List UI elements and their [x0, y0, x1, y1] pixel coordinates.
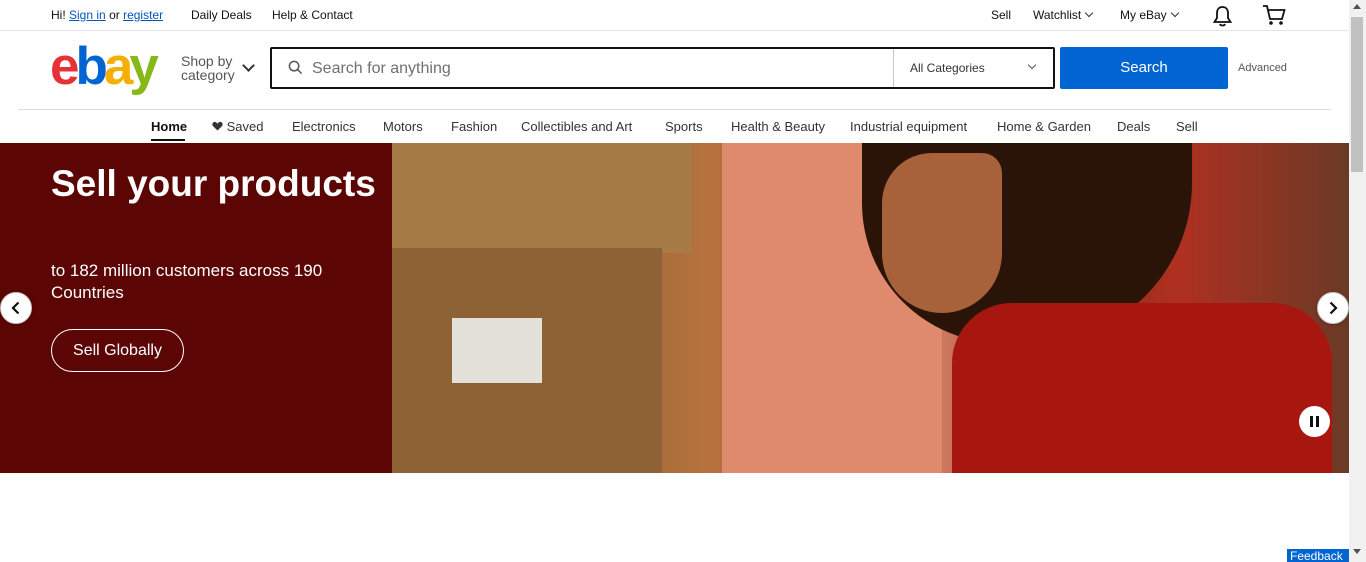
search-input[interactable] — [312, 58, 872, 80]
nav-item-home-garden[interactable]: Home & Garden — [997, 119, 1091, 134]
nav-item-fashion[interactable]: Fashion — [451, 119, 497, 134]
nav-item-home[interactable]: Home — [151, 119, 187, 134]
nav-item-industrial-equipment[interactable]: Industrial equipment — [850, 119, 967, 134]
box-top-shape — [392, 143, 692, 253]
ebay-logo[interactable]: ebay — [50, 37, 159, 96]
category-selected-value: All Categories — [910, 61, 985, 75]
cart-icon[interactable] — [1262, 4, 1286, 29]
category-select[interactable]: All Categories — [893, 49, 1053, 87]
active-tab-indicator — [151, 139, 185, 141]
chevron-right-icon — [1329, 301, 1338, 315]
ebay-homepage: Hi! Sign in or register Daily Deals Help… — [0, 0, 1366, 562]
scroll-thumb[interactable] — [1351, 17, 1363, 172]
chevron-down-icon — [1027, 60, 1037, 70]
nav-item-sell[interactable]: Sell — [1176, 119, 1198, 134]
logo-letter-y: y — [129, 37, 159, 96]
hero-text-panel: Sell your products to 182 million custom… — [0, 143, 392, 473]
logo-letter-e: e — [50, 37, 80, 96]
watchlist-menu[interactable]: Watchlist — [1033, 8, 1094, 22]
search-bar: All Categories — [270, 47, 1055, 89]
carousel-prev-button[interactable] — [0, 292, 32, 324]
shop-by-category-button[interactable]: Shop by category — [181, 54, 235, 82]
hero-title: Sell your products — [51, 163, 376, 204]
feedback-button[interactable]: Feedback — [1287, 549, 1349, 562]
greeting: Hi! Sign in or register — [51, 8, 163, 22]
my-ebay-label: My eBay — [1120, 8, 1167, 22]
scroll-up-arrow-icon[interactable] — [1353, 4, 1361, 9]
heart-icon — [212, 121, 223, 131]
pause-icon — [1310, 416, 1313, 427]
hero-subtitle: to 182 million customers across 190 Coun… — [51, 261, 323, 302]
person-face-shape — [882, 153, 1002, 313]
top-utility-bar: Hi! Sign in or register Daily Deals Help… — [0, 0, 1349, 31]
shop-by-line1: Shop by — [181, 53, 233, 69]
page-scrollbar[interactable] — [1349, 0, 1366, 562]
nav-item-deals[interactable]: Deals — [1117, 119, 1150, 134]
carousel-next-button[interactable] — [1317, 292, 1349, 324]
carousel-pause-button[interactable] — [1299, 406, 1330, 437]
greeting-text: Hi! — [51, 8, 66, 22]
header-divider — [18, 109, 1331, 110]
watchlist-label: Watchlist — [1033, 8, 1082, 22]
chevron-down-icon[interactable] — [242, 59, 255, 72]
notification-bell-icon[interactable] — [1212, 5, 1233, 30]
sign-in-link[interactable]: Sign in — [69, 8, 106, 22]
person-shirt-shape — [952, 303, 1332, 473]
register-link[interactable]: register — [123, 8, 163, 22]
hero-image[interactable] — [392, 143, 1349, 473]
my-ebay-menu[interactable]: My eBay — [1120, 8, 1179, 22]
daily-deals-link[interactable]: Daily Deals — [191, 8, 252, 22]
nav-saved-label: Saved — [226, 119, 264, 134]
nav-item-health-beauty[interactable]: Health & Beauty — [731, 119, 825, 134]
search-icon — [288, 60, 303, 75]
search-button[interactable]: Search — [1060, 47, 1228, 89]
chevron-left-icon — [11, 301, 20, 315]
chevron-down-icon — [1084, 8, 1094, 18]
logo-letter-a: a — [103, 37, 134, 96]
advanced-search-link[interactable]: Advanced — [1238, 62, 1287, 74]
or-text: or — [109, 8, 120, 22]
nav-item-saved[interactable]: Saved — [212, 119, 264, 134]
shipping-label-shape — [452, 318, 542, 383]
sell-link[interactable]: Sell — [991, 8, 1011, 22]
help-contact-link[interactable]: Help & Contact — [272, 8, 353, 22]
scroll-down-arrow-icon[interactable] — [1353, 549, 1361, 554]
nav-item-motors[interactable]: Motors — [383, 119, 423, 134]
hero-carousel: Sell your products to 182 million custom… — [0, 143, 1349, 473]
sell-globally-button[interactable]: Sell Globally — [51, 329, 184, 372]
chevron-down-icon — [1170, 8, 1179, 18]
nav-item-sports[interactable]: Sports — [665, 119, 703, 134]
pause-icon — [1316, 416, 1319, 427]
logo-letter-b: b — [75, 37, 107, 96]
shop-by-line2: category — [181, 67, 235, 83]
nav-item-collectibles-art[interactable]: Collectibles and Art — [521, 119, 632, 134]
nav-item-electronics[interactable]: Electronics — [292, 119, 356, 134]
